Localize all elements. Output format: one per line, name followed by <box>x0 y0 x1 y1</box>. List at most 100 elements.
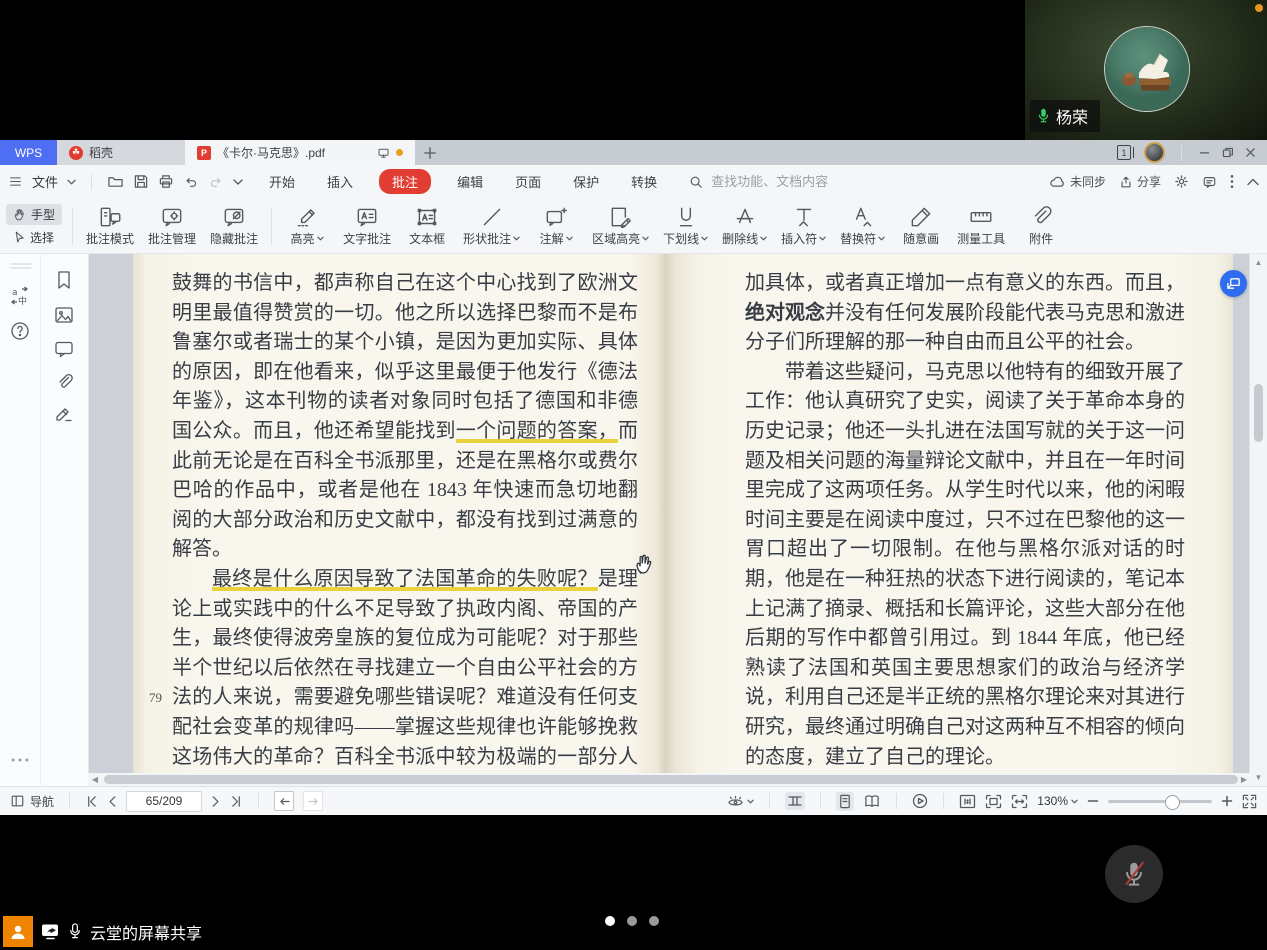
menu-item-convert[interactable]: 转换 <box>625 169 663 194</box>
webcam-tile[interactable]: 杨荣 <box>1025 0 1267 140</box>
zoom-out-button[interactable] <box>1087 795 1099 807</box>
new-tab-button[interactable] <box>415 140 445 165</box>
tool-annotation-mode[interactable]: 批注模式 <box>79 202 141 249</box>
actual-size-icon[interactable] <box>959 794 976 809</box>
tab-share-screen-icon <box>377 147 390 159</box>
menu-item-edit[interactable]: 编辑 <box>451 169 489 194</box>
scroll-up-arrow[interactable]: ▲ <box>1254 259 1263 267</box>
next-page-button[interactable] <box>211 795 221 808</box>
bookmark-icon[interactable] <box>54 270 74 290</box>
tool-text-annotation[interactable]: 文字批注 <box>336 202 398 249</box>
file-menu[interactable]: 文件 <box>32 172 58 191</box>
menu-item-protect[interactable]: 保护 <box>567 169 605 194</box>
share-button[interactable]: 分享 <box>1119 173 1161 190</box>
tool-note[interactable]: 注解 <box>527 202 585 249</box>
tool-attachment[interactable]: 附件 <box>1012 202 1070 249</box>
tool-text-box[interactable]: 文本框 <box>398 202 456 249</box>
tool-annotation-manage[interactable]: 批注管理 <box>141 202 203 249</box>
zoom-slider[interactable] <box>1108 800 1212 803</box>
tool-area-highlight[interactable]: 区域高亮 <box>585 202 656 249</box>
scroll-left-arrow[interactable]: ◀ <box>91 776 99 784</box>
fit-window-button[interactable] <box>785 792 805 810</box>
pdf-book-spread[interactable]: 鼓舞的书信中，都声称自己在这个中心找到了欧洲文明里最值得赞赏的一切。他之所以选择… <box>133 254 1233 774</box>
autoplay-icon[interactable] <box>912 793 928 809</box>
comment-icon[interactable] <box>54 339 74 359</box>
history-forward-button[interactable] <box>303 791 323 811</box>
menu-item-insert[interactable]: 插入 <box>321 169 359 194</box>
menu-item-comment-active[interactable]: 批注 <box>379 169 431 194</box>
search-input[interactable] <box>709 173 863 190</box>
collapse-ribbon-icon[interactable] <box>1247 178 1259 186</box>
fit-width-icon[interactable] <box>1011 794 1028 809</box>
save-icon[interactable] <box>133 174 149 189</box>
fit-page-icon[interactable] <box>985 794 1002 809</box>
tool-underline[interactable]: 下划线 <box>656 202 715 249</box>
first-page-button[interactable] <box>85 795 98 808</box>
tool-shape-annotation[interactable]: 形状批注 <box>456 202 527 249</box>
print-icon[interactable] <box>158 174 174 189</box>
menu-item-start[interactable]: 开始 <box>263 169 301 194</box>
menu-item-page[interactable]: 页面 <box>509 169 547 194</box>
dropdown-caret-icon <box>642 236 649 241</box>
tool-insert-caret[interactable]: 插入符 <box>774 202 833 249</box>
tool-replace-caret[interactable]: 替换符 <box>833 202 892 249</box>
carousel-dot-active[interactable] <box>605 916 615 926</box>
more-menu-icon[interactable] <box>1230 174 1234 189</box>
carousel-dot[interactable] <box>649 916 659 926</box>
signature-icon[interactable] <box>54 404 74 424</box>
settings-gear-icon[interactable] <box>1174 174 1189 189</box>
translate-icon[interactable]: a中 <box>10 286 30 306</box>
single-page-view-button[interactable] <box>836 792 854 811</box>
previous-page-button[interactable] <box>107 795 117 808</box>
close-button[interactable] <box>1244 146 1257 159</box>
tool-freehand[interactable]: 随意画 <box>892 202 950 249</box>
search-box[interactable] <box>689 173 863 190</box>
horizontal-scroll-thumb[interactable] <box>104 775 1238 784</box>
wps-home-button[interactable]: WPS <box>0 140 57 165</box>
carousel-dot[interactable] <box>627 916 637 926</box>
redo-icon[interactable] <box>208 175 224 189</box>
help-icon[interactable] <box>10 321 30 341</box>
rail-more-icon[interactable] <box>10 757 30 763</box>
panel-drag-handle[interactable] <box>10 262 32 270</box>
horizontal-scrollbar[interactable]: ◀ ▶ <box>88 773 1250 786</box>
toolbar-more-icon[interactable] <box>233 179 243 185</box>
tool-measure[interactable]: 测量工具 <box>950 202 1012 249</box>
export-image-fab[interactable] <box>1220 270 1247 297</box>
restore-button[interactable] <box>1221 146 1234 159</box>
hamburger-icon[interactable] <box>8 175 23 188</box>
scroll-right-arrow[interactable]: ▶ <box>1240 776 1248 784</box>
select-tool-button[interactable]: 选择 <box>6 227 62 248</box>
carousel-dots[interactable] <box>605 916 659 926</box>
feedback-bubble-icon[interactable] <box>1202 175 1217 189</box>
account-avatar[interactable] <box>1144 142 1165 163</box>
minimize-button[interactable] <box>1198 146 1211 159</box>
undo-icon[interactable] <box>183 175 199 189</box>
sync-status[interactable]: 未同步 <box>1049 173 1106 190</box>
tool-hide-annotation[interactable]: 隐藏批注 <box>203 202 265 249</box>
zoom-slider-handle[interactable] <box>1165 795 1180 810</box>
zoom-level-button[interactable]: 130% <box>1037 794 1078 808</box>
image-icon[interactable] <box>54 305 74 325</box>
tool-strikethrough[interactable]: 删除线 <box>715 202 774 249</box>
fullscreen-icon[interactable] <box>1242 794 1257 809</box>
scroll-down-arrow[interactable]: ▼ <box>1254 774 1263 782</box>
zoom-in-button[interactable] <box>1221 795 1233 807</box>
last-page-button[interactable] <box>230 795 243 808</box>
eye-protection-button[interactable] <box>727 794 754 808</box>
tab-docer[interactable]: ☘ 稻壳 <box>57 140 185 165</box>
mic-muted-button[interactable] <box>1105 845 1163 903</box>
history-back-button[interactable] <box>274 791 294 811</box>
navigation-toggle[interactable]: 导航 <box>10 793 54 810</box>
vertical-scroll-thumb[interactable] <box>1254 384 1263 442</box>
open-file-icon[interactable] <box>107 174 124 189</box>
hand-tool-button[interactable]: 手型 <box>6 204 62 225</box>
tab-document[interactable]: P 《卡尔·马克思》.pdf <box>185 140 415 165</box>
window-list-button[interactable]: 1 <box>1117 145 1134 160</box>
vertical-scrollbar[interactable]: ▲ ▼ <box>1249 254 1267 786</box>
tool-highlight[interactable]: 高亮 <box>278 202 336 249</box>
double-page-icon[interactable] <box>863 794 881 809</box>
page-number-input[interactable]: 65/209 <box>126 791 202 812</box>
single-page-icon <box>838 794 852 809</box>
attachment-icon[interactable] <box>54 372 74 392</box>
